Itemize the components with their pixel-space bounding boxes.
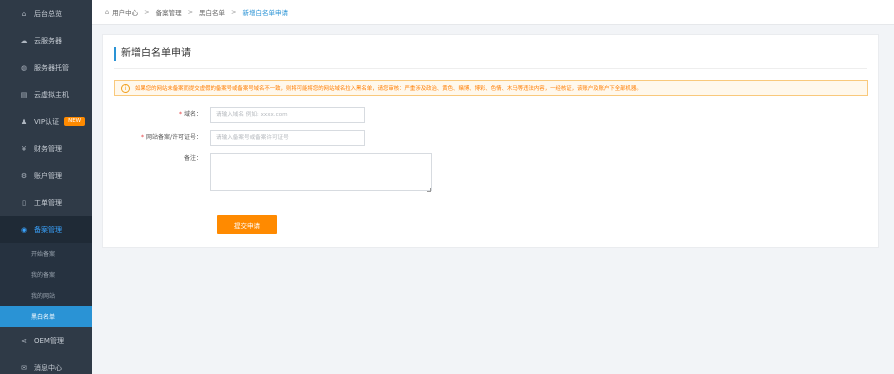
submit-button[interactable]: 提交申请 bbox=[217, 215, 277, 234]
breadcrumb: ⌂ 用户中心 > 备案管理 > 黑白名单 > 新增白名单申请 bbox=[92, 0, 894, 25]
ticket-icon: ▯ bbox=[22, 198, 26, 207]
sidebar-item-label: VIP认证 bbox=[34, 117, 60, 126]
sidebar-item-cloud-server[interactable]: ☁ 云服务器 bbox=[0, 27, 92, 54]
virtual-host-icon: ▤ bbox=[20, 90, 28, 99]
user-icon: ♟ bbox=[20, 117, 28, 126]
remark-wrapper bbox=[210, 153, 432, 193]
breadcrumb-separator: > bbox=[231, 8, 237, 16]
domain-row: * 域名： bbox=[103, 107, 365, 123]
sidebar-item-label: 消息中心 bbox=[34, 363, 62, 372]
home-icon: ⌂ bbox=[105, 8, 110, 16]
domain-label: * 域名： bbox=[103, 107, 210, 123]
sidebar-item-account[interactable]: ⚙ 账户管理 bbox=[0, 162, 92, 189]
breadcrumb-item-record-management[interactable]: 备案管理 bbox=[156, 7, 182, 17]
sidebar-item-server-hosting[interactable]: ◍ 服务器托管 bbox=[0, 54, 92, 81]
info-icon: i bbox=[121, 83, 130, 93]
domain-input[interactable] bbox=[210, 107, 365, 123]
required-mark: * bbox=[140, 134, 144, 141]
notice-text: 如果您的网站未备案而提交虚假的备案号或备案号域名不一致，则将可能将您的网站域名拉… bbox=[135, 86, 642, 92]
sidebar-item-virtual-host[interactable]: ▤ 云虚拟主机 bbox=[0, 81, 92, 108]
share-icon: ⋖ bbox=[21, 336, 27, 345]
resize-handle-icon[interactable] bbox=[427, 188, 431, 192]
breadcrumb-current: 新增白名单申请 bbox=[242, 9, 289, 17]
sidebar-item-label: 财务管理 bbox=[34, 144, 62, 153]
sidebar-item-label: 工单管理 bbox=[34, 198, 62, 207]
sidebar-item-finance[interactable]: ¥ 财务管理 bbox=[0, 135, 92, 162]
sidebar-item-label: 备案管理 bbox=[34, 225, 62, 234]
new-badge: NEW bbox=[64, 117, 86, 126]
home-icon: ⌂ bbox=[21, 9, 27, 18]
sidebar-item-label: OEM管理 bbox=[34, 336, 64, 345]
submenu-item-blacklist[interactable]: 黑白名单 bbox=[0, 306, 92, 327]
submenu-item-my-website[interactable]: 我的网站 bbox=[0, 285, 92, 306]
cloud-server-icon: ☁ bbox=[20, 36, 28, 45]
title-divider bbox=[114, 68, 867, 69]
warning-notice: i 如果您的网站未备案而提交虚假的备案号或备案号域名不一致，则将可能将您的网站域… bbox=[114, 80, 868, 96]
breadcrumb-separator: > bbox=[144, 8, 150, 16]
sidebar-item-label: 账户管理 bbox=[34, 171, 62, 180]
sidebar-item-ticket[interactable]: ▯ 工单管理 bbox=[0, 189, 92, 216]
sidebar-item-overview[interactable]: ⌂ 后台总览 bbox=[0, 0, 92, 27]
remark-row: 备注： bbox=[103, 153, 432, 193]
required-mark: * bbox=[178, 111, 182, 118]
page-title: 新增白名单申请 bbox=[114, 47, 191, 61]
breadcrumb-item-user-center[interactable]: 用户中心 bbox=[112, 7, 138, 17]
account-icon: ⚙ bbox=[20, 171, 28, 180]
sidebar-item-label: 后台总览 bbox=[34, 9, 62, 18]
record-submenu: 开始备案 我的备案 我的网站 黑白名单 bbox=[0, 243, 92, 327]
breadcrumb-item-blacklist[interactable]: 黑白名单 bbox=[199, 7, 225, 17]
message-icon: ✉ bbox=[21, 363, 27, 372]
server-hosting-icon: ◍ bbox=[20, 63, 28, 72]
domain-label-text: 域名： bbox=[183, 111, 202, 118]
main-panel: 新增白名单申请 i 如果您的网站未备案而提交虚假的备案号或备案号域名不一致，则将… bbox=[102, 34, 879, 248]
sidebar-item-vip[interactable]: ♟ VIP认证 NEW bbox=[0, 108, 92, 135]
record-icon: ◉ bbox=[20, 225, 28, 234]
submenu-item-my-record[interactable]: 我的备案 bbox=[0, 264, 92, 285]
remark-label: 备注： bbox=[183, 155, 202, 162]
sidebar-item-label: 服务器托管 bbox=[34, 63, 69, 72]
icp-label-text: 网站备案/许可证号： bbox=[145, 134, 202, 141]
submenu-item-start-record[interactable]: 开始备案 bbox=[0, 243, 92, 264]
sidebar-item-oem[interactable]: ⋖ OEM管理 bbox=[0, 327, 92, 354]
finance-icon: ¥ bbox=[21, 144, 27, 153]
sidebar-item-record[interactable]: ◉ 备案管理 bbox=[0, 216, 92, 243]
icp-row: * 网站备案/许可证号： bbox=[103, 130, 365, 146]
icp-label: * 网站备案/许可证号： bbox=[103, 130, 210, 146]
sidebar: ⌂ 后台总览 ☁ 云服务器 ◍ 服务器托管 ▤ 云虚拟主机 ♟ VIP认证 NE… bbox=[0, 0, 92, 374]
remark-textarea[interactable] bbox=[210, 153, 432, 191]
sidebar-item-messages[interactable]: ✉ 消息中心 bbox=[0, 354, 92, 374]
breadcrumb-separator: > bbox=[187, 8, 194, 16]
sidebar-item-label: 云虚拟主机 bbox=[34, 90, 69, 99]
icp-input[interactable] bbox=[210, 130, 365, 146]
sidebar-item-label: 云服务器 bbox=[34, 36, 62, 45]
